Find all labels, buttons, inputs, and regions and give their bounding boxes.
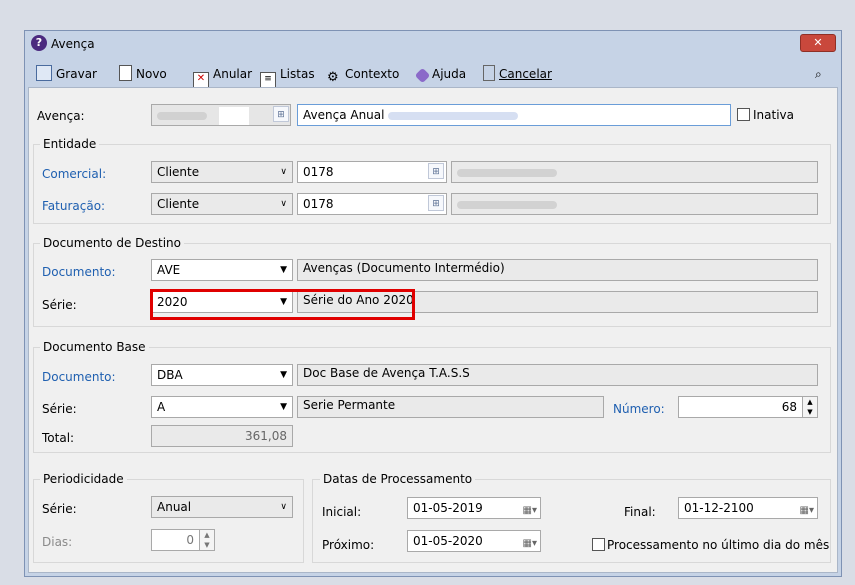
- window-title: Avença: [51, 37, 95, 51]
- destino-documento-description: Avenças (Documento Intermédio): [297, 259, 818, 281]
- dropdown-arrow-icon: ▼: [280, 370, 287, 380]
- faturacao-name-field: [451, 193, 818, 215]
- datas-title: Datas de Processamento: [320, 472, 476, 486]
- highlight-box: [150, 289, 415, 320]
- avenca-description-field[interactable]: Avença Anual: [297, 104, 731, 126]
- help-icon: [414, 67, 431, 84]
- inicial-date-field[interactable]: 01-05-2019 ▦▾: [407, 497, 541, 519]
- destino-documento-label: Documento:: [42, 265, 116, 279]
- last-day-checkbox[interactable]: [592, 538, 605, 551]
- spinner-arrows-icon[interactable]: ▲ ▼: [802, 397, 817, 417]
- cancel-button[interactable]: Cancelar: [483, 64, 552, 84]
- faturacao-type-select[interactable]: Cliente ∨: [151, 193, 293, 215]
- base-serie-description: Serie Permante: [297, 396, 604, 418]
- destino-title: Documento de Destino: [40, 236, 184, 250]
- base-documento-description: Doc Base de Avença T.A.S.S: [297, 364, 818, 386]
- comercial-name-field: [451, 161, 818, 183]
- context-button[interactable]: ⚙ Contexto: [327, 64, 399, 85]
- lists-button[interactable]: ≡ Listas: [260, 64, 315, 88]
- save-button[interactable]: Gravar: [36, 64, 97, 84]
- help-button[interactable]: Ajuda: [414, 64, 466, 84]
- numero-label: Número:: [613, 402, 665, 416]
- blurred-code: [157, 111, 207, 120]
- save-icon: [36, 65, 52, 81]
- entidade-title: Entidade: [40, 137, 100, 151]
- periodicidade-title: Periodicidade: [40, 472, 127, 486]
- comercial-type-select[interactable]: Cliente ∨: [151, 161, 293, 183]
- search-icon[interactable]: ⌕: [815, 64, 822, 84]
- blurred-text: [457, 168, 557, 177]
- lookup-icon[interactable]: ⊞: [428, 163, 444, 179]
- dropdown-arrow-icon: ▼: [280, 265, 287, 275]
- numero-spinner[interactable]: 68 ▲ ▼: [678, 396, 818, 418]
- blurred-text: [388, 111, 519, 120]
- new-button[interactable]: Novo: [119, 64, 167, 84]
- calendar-icon[interactable]: ▦▾: [523, 501, 537, 518]
- base-documento-label: Documento:: [42, 370, 116, 384]
- total-field: 361,08: [151, 425, 293, 447]
- cancel-doc-button[interactable]: ✕ Anular: [193, 64, 252, 88]
- lookup-icon[interactable]: ⊞: [273, 106, 289, 122]
- destino-documento-select[interactable]: AVE ▼: [151, 259, 293, 281]
- base-title: Documento Base: [40, 340, 149, 354]
- inactive-checkbox[interactable]: [737, 108, 750, 121]
- total-label: Total:: [42, 431, 75, 445]
- chevron-down-icon: ∨: [280, 502, 287, 512]
- app-icon: ?: [31, 35, 47, 51]
- periodicidade-serie-label: Série:: [42, 502, 77, 516]
- proximo-label: Próximo:: [322, 538, 375, 552]
- spinner-arrows-icon[interactable]: ▲ ▼: [199, 530, 214, 550]
- list-icon: ≡: [260, 72, 276, 88]
- faturacao-code-field[interactable]: 0178: [297, 193, 447, 215]
- last-day-label: Processamento no último dia do mês: [607, 538, 830, 552]
- base-serie-select[interactable]: A ▼: [151, 396, 293, 418]
- cancel-icon: [483, 65, 495, 81]
- close-button[interactable]: ✕: [800, 34, 836, 52]
- destino-serie-label: Série:: [42, 298, 77, 312]
- proximo-date-field[interactable]: 01-05-2020 ▦▾: [407, 530, 541, 552]
- avenca-code-field[interactable]: [151, 104, 291, 126]
- dias-spinner[interactable]: 0 ▲ ▼: [151, 529, 215, 551]
- base-serie-label: Série:: [42, 402, 77, 416]
- inicial-label: Inicial:: [322, 505, 362, 519]
- cancel-doc-icon: ✕: [193, 72, 209, 88]
- comercial-label: Comercial:: [42, 167, 107, 181]
- lookup-icon[interactable]: ⊞: [428, 195, 444, 211]
- base-documento-select[interactable]: DBA ▼: [151, 364, 293, 386]
- final-label: Final:: [624, 505, 656, 519]
- faturacao-label: Faturação:: [42, 199, 106, 213]
- chevron-down-icon: ∨: [280, 199, 287, 209]
- avenca-label: Avença:: [37, 109, 85, 123]
- comercial-code-field[interactable]: 0178: [297, 161, 447, 183]
- periodicidade-serie-select[interactable]: Anual ∨: [151, 496, 293, 518]
- calendar-icon[interactable]: ▦▾: [800, 501, 814, 518]
- final-date-field[interactable]: 01-12-2100 ▦▾: [678, 497, 818, 519]
- dias-label: Dias:: [42, 535, 73, 549]
- new-doc-icon: [119, 65, 132, 81]
- toolbar: Gravar Novo ✕ Anular ≡ Listas ⚙ Contexto Aj…: [28, 60, 838, 88]
- inactive-label: Inativa: [753, 108, 794, 122]
- calendar-icon[interactable]: ▦▾: [523, 534, 537, 551]
- blurred-text: [457, 200, 557, 209]
- chevron-down-icon: ∨: [280, 167, 287, 177]
- dropdown-arrow-icon: ▼: [280, 402, 287, 412]
- gear-icon: ⚙: [327, 70, 339, 85]
